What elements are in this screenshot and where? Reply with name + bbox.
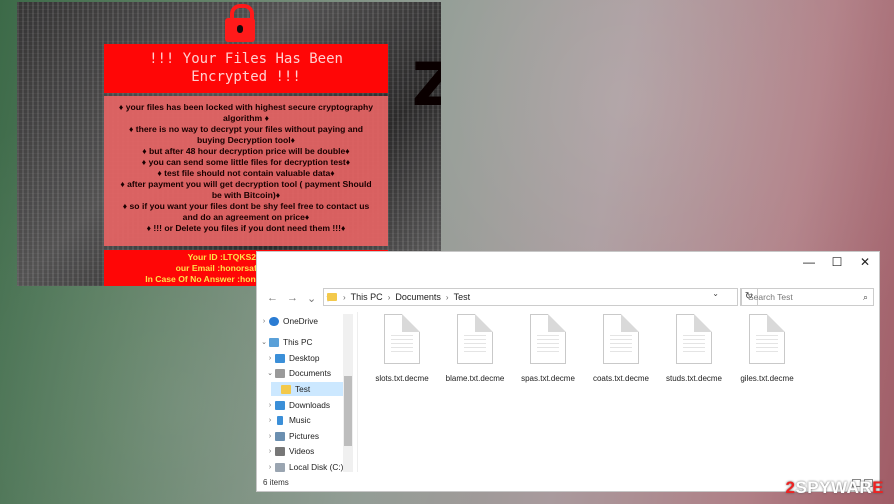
text-file-icon: [384, 314, 420, 364]
sidebar-item-downloads[interactable]: › Downloads: [265, 398, 330, 412]
back-button[interactable]: ←: [267, 292, 278, 304]
ransom-line: ♦ there is no way to decrypt your files …: [128, 124, 364, 134]
watermark-logo: 2SPYWARE: [785, 478, 884, 497]
padlock-icon: [222, 4, 258, 44]
file-name: studs.txt.decme: [665, 374, 723, 383]
title-bar: — ☐ ✕: [257, 252, 879, 272]
forward-button[interactable]: →: [287, 292, 298, 304]
cloud-icon: [269, 316, 279, 326]
ransom-line: ♦ but after 48 hour decryption price wil…: [142, 146, 350, 156]
file-item[interactable]: spas.txt.decme: [513, 314, 583, 383]
file-item[interactable]: studs.txt.decme: [659, 314, 729, 383]
file-name: spas.txt.decme: [521, 374, 575, 383]
breadcrumb-documents[interactable]: Documents: [395, 292, 441, 302]
text-file-icon: [457, 314, 493, 364]
sidebar-item-pictures[interactable]: › Pictures: [265, 429, 319, 443]
ransom-title-line1: !!! Your Files Has Been: [149, 51, 343, 67]
downloads-icon: [275, 400, 285, 410]
file-item[interactable]: slots.txt.decme: [367, 314, 437, 383]
sidebar-scrollbar[interactable]: [343, 314, 353, 472]
sidebar-item-test[interactable]: Test: [271, 382, 343, 396]
sidebar-item-music[interactable]: › Music: [265, 413, 311, 427]
search-input[interactable]: Search Test ⌕: [741, 288, 874, 306]
text-file-icon: [676, 314, 712, 364]
file-item[interactable]: giles.txt.decme: [732, 314, 802, 383]
file-name: blame.txt.decme: [445, 374, 505, 383]
sidebar-item-local-disk[interactable]: › Local Disk (C:): [265, 460, 344, 474]
ransom-title: !!! Your Files Has Been Encrypted !!!: [104, 44, 388, 93]
ransom-line: ♦ so if you want your files dont be shy …: [122, 201, 370, 211]
drive-icon: [275, 462, 285, 472]
close-button[interactable]: ✕: [851, 252, 879, 272]
file-name: coats.txt.decme: [592, 374, 650, 383]
text-file-icon: [530, 314, 566, 364]
pictures-icon: [275, 431, 285, 441]
sidebar-item-videos[interactable]: › Videos: [265, 444, 314, 458]
file-item[interactable]: coats.txt.decme: [586, 314, 656, 383]
music-icon: [277, 415, 283, 425]
ransom-message: ♦ your files has been locked with highes…: [104, 96, 388, 246]
ransom-title-line2: Encrypted !!!: [191, 69, 301, 85]
ransom-line: ♦ !!! or Delete you files if you dont ne…: [146, 223, 346, 233]
ransom-line: ♦ test file should not contain valuable …: [157, 168, 335, 178]
videos-icon: [275, 446, 285, 456]
sidebar-item-onedrive[interactable]: › OneDrive: [259, 314, 318, 328]
file-name: slots.txt.decme: [375, 374, 429, 383]
address-bar[interactable]: › This PC › Documents › Test ⌄: [323, 288, 738, 306]
ransom-line: and do an agreement on price♦: [182, 212, 310, 222]
ransom-line: ♦ your files has been locked with highes…: [118, 102, 374, 112]
ransom-line: ♦ after payment you will get decryption …: [120, 179, 372, 189]
breadcrumb-this-pc[interactable]: This PC: [351, 292, 383, 302]
file-item[interactable]: blame.txt.decme: [440, 314, 510, 383]
ransom-note-window: Z !!! Your Files Has Been Encrypted !!! …: [17, 2, 441, 286]
search-icon: ⌕: [862, 292, 868, 302]
minimize-button[interactable]: —: [795, 252, 823, 272]
recent-locations-button[interactable]: ⌄: [307, 292, 316, 305]
file-name: giles.txt.decme: [740, 374, 794, 383]
pane-divider[interactable]: [357, 312, 358, 472]
ransom-line: be with Bitcoin)♦: [211, 190, 281, 200]
scrollbar-thumb[interactable]: [344, 376, 352, 446]
address-dropdown-icon[interactable]: ⌄: [712, 289, 719, 298]
text-file-icon: [603, 314, 639, 364]
ransom-line: ♦ you can send some little files for dec…: [141, 157, 351, 167]
navigation-pane: › OneDrive ⌄ This PC › Desktop ⌄ Documen…: [257, 312, 357, 474]
decoration-shape: Z: [412, 50, 441, 120]
desktop-icon: [275, 353, 285, 363]
ransom-line: buying Decryption tool♦: [197, 135, 295, 145]
text-file-icon: [749, 314, 785, 364]
file-explorer-window: — ☐ ✕ ← → ⌄ ↑ › This PC › Documents › Te…: [256, 251, 880, 492]
status-item-count: 6 items: [263, 478, 289, 487]
search-placeholder: Search Test: [748, 292, 793, 302]
folder-icon: [327, 293, 337, 301]
folder-icon: [281, 384, 291, 394]
breadcrumb-test[interactable]: Test: [454, 292, 471, 302]
sidebar-item-this-pc[interactable]: ⌄ This PC: [259, 335, 312, 349]
sidebar-item-documents[interactable]: ⌄ Documents: [265, 366, 331, 380]
sidebar-item-desktop[interactable]: › Desktop: [265, 351, 320, 365]
ransom-line: algorithm ♦: [223, 113, 269, 123]
maximize-button[interactable]: ☐: [823, 252, 851, 272]
documents-icon: [275, 368, 285, 378]
computer-icon: [269, 337, 279, 347]
file-list: slots.txt.decme blame.txt.decme spas.txt…: [367, 314, 879, 394]
